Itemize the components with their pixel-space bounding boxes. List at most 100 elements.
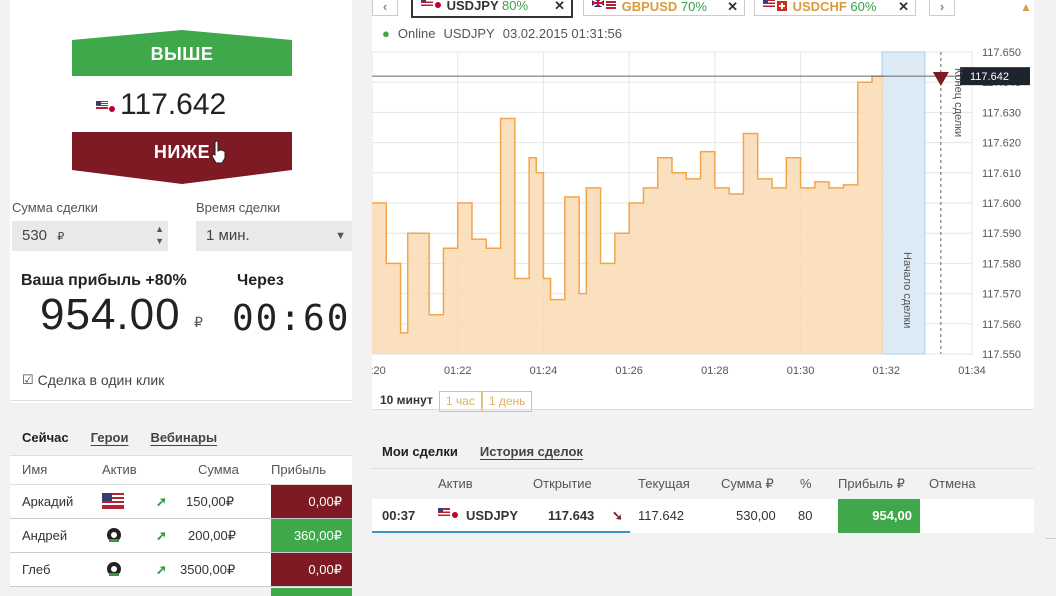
y-tick-label: 117.560 [982, 319, 1021, 331]
row-sum: 150,00₽ [186, 494, 235, 509]
row-sum: 3500,00₽ [180, 562, 236, 577]
x-tick-label: 01:22 [444, 365, 472, 377]
one-click-label: Сделка в один клик [37, 372, 165, 388]
amount-stepper-icon[interactable]: ▲ ▼ [155, 223, 164, 247]
table-row: Аркадий ➚ 150,00₽ 0,00₽ [10, 485, 352, 519]
x-tick-label: 01:34 [958, 365, 986, 377]
gb-us-flag-icon [591, 0, 618, 14]
profit-currency: ₽ [194, 314, 203, 330]
trade-end-label: Конец сделки [952, 68, 964, 137]
arrow-up-icon: ➚ [156, 528, 167, 543]
y-tick-label: 117.630 [982, 107, 1021, 119]
row-sum: 200,00₽ [188, 528, 237, 543]
tab-asset-name: USDJPY [446, 0, 499, 13]
chart-asset: USDJPY [443, 26, 495, 41]
col-name: Имя [22, 462, 48, 477]
trade-asset: USDJPY [466, 508, 519, 523]
chart-status: ● Online USDJPY 03.02.2015 01:31:56 [382, 26, 622, 41]
tab-asset-gbpusd[interactable]: GBPUSD 70% ✕ [583, 0, 745, 16]
tab-webinars[interactable]: Вебинары [150, 430, 217, 445]
us-jp-flag-icon [438, 508, 460, 523]
us-flag-icon [102, 493, 124, 512]
y-tick-label: 117.600 [982, 198, 1021, 210]
trade-panel: ВЫШЕ 117.642 НИЖЕ Сумма сделки 530 ₽ ▲ ▼ … [0, 0, 352, 596]
x-tick-label: 01:30 [787, 365, 815, 377]
chart-datetime: 03.02.2015 01:31:56 [502, 26, 623, 41]
tab-asset-usdchf[interactable]: USDCHF 60% ✕ [754, 0, 916, 16]
trade-start-label: Начало сделки [901, 252, 913, 328]
y-tick-label: 117.590 [982, 228, 1021, 240]
row-profit: 360,00₽ [271, 519, 352, 552]
timeframe-10min[interactable]: 10 минут [374, 391, 439, 410]
row-profit-partial [271, 588, 352, 596]
time-select[interactable]: 1 мин. ▼ [196, 221, 352, 251]
close-icon[interactable]: ✕ [898, 0, 909, 17]
lower-button-label[interactable]: НИЖЕ [72, 142, 292, 163]
us-jp-flag-icon [421, 0, 443, 13]
leaders-table-header: Имя Актив Сумма Прибыль [10, 455, 352, 485]
arrow-down-icon: ➘ [612, 508, 623, 523]
x-tick-label: 01:26 [615, 365, 643, 377]
tab-prev-arrow[interactable]: ‹ [372, 0, 398, 16]
current-price: 117.642 [96, 88, 226, 122]
us-jp-flag-icon [96, 100, 115, 112]
col-sum: Сумма ₽ [721, 476, 774, 491]
x-tick-label: 01:32 [873, 365, 901, 377]
time-value: 1 мин. [206, 227, 250, 244]
tab-asset-name: GBPUSD [621, 0, 678, 14]
tab-trade-history[interactable]: История сделок [480, 444, 583, 459]
tab-asset-pct: 80% [502, 0, 529, 13]
hand-cursor-icon [211, 140, 226, 164]
online-label: Online [397, 26, 436, 41]
y-tick-label: 117.550 [982, 349, 1021, 361]
x-tick-label: 01:20 [372, 365, 386, 377]
y-tick-label: 117.650 [982, 47, 1021, 59]
tab-next-arrow[interactable]: › [929, 0, 955, 16]
x-tick-label: 01:28 [701, 365, 729, 377]
close-icon[interactable]: ✕ [727, 0, 738, 17]
y-tick-label: 117.620 [982, 138, 1021, 150]
price-value: 117.642 [120, 88, 227, 121]
countdown-timer: 00:60 [232, 298, 351, 339]
tab-heroes[interactable]: Герои [91, 430, 129, 445]
tab-now[interactable]: Сейчас [22, 430, 69, 445]
tab-my-trades[interactable]: Мои сделки [382, 444, 458, 459]
row-profit: 0,00₽ [271, 553, 352, 586]
expiry-marker-icon [932, 72, 949, 86]
divider [372, 409, 1034, 410]
divider [1046, 538, 1056, 539]
amount-value: 530 [22, 227, 48, 244]
row-name: Глеб [22, 562, 51, 577]
trade-sum: 530,00 [736, 508, 776, 523]
trade-pct: 80 [798, 508, 813, 523]
row-name: Андрей [22, 528, 68, 543]
x-tick-label: 01:24 [530, 365, 558, 377]
higher-button-label[interactable]: ВЫШЕ [72, 44, 292, 65]
price-chart[interactable]: 117.650117.640117.630117.620117.610117.6… [372, 40, 1034, 380]
bell-icon[interactable]: ▲ [1020, 0, 1032, 14]
amount-input[interactable]: 530 ₽ ▲ ▼ [12, 221, 168, 251]
row-profit: 0,00₽ [271, 485, 352, 518]
close-icon[interactable]: ✕ [554, 0, 565, 16]
trade-profit: 954,00 [838, 499, 920, 533]
current-price-label: 117.642 [970, 71, 1009, 83]
tab-asset-usdjpy[interactable]: USDJPY 80% ✕ [411, 0, 573, 18]
col-sum: Сумма [198, 462, 239, 477]
checkbox-icon[interactable]: ☑ [22, 372, 34, 388]
through-label: Через [237, 272, 284, 289]
trade-progress [372, 531, 630, 533]
trade-row[interactable]: 00:37 USDJPY 117.643 ➘ 117.642 530,00 80… [372, 499, 1034, 533]
col-open: Открытие [533, 476, 592, 491]
chevron-down-icon[interactable]: ▼ [335, 221, 346, 251]
price-area [372, 76, 884, 354]
col-pct: % [800, 476, 812, 491]
table-row: Глеб ➚ 3500,00₽ 0,00₽ [10, 553, 352, 587]
tab-asset-pct: 60% [850, 0, 877, 14]
asset-logo-icon [106, 527, 122, 546]
col-profit: Прибыль ₽ [838, 476, 905, 491]
tab-asset-pct: 70% [680, 0, 707, 14]
amount-currency: ₽ [57, 231, 65, 243]
one-click-checkbox[interactable]: ☑ Сделка в один клик [22, 372, 164, 388]
table-row: Андрей ➚ 200,00₽ 360,00₽ [10, 519, 352, 553]
online-dot-icon: ● [382, 26, 390, 41]
